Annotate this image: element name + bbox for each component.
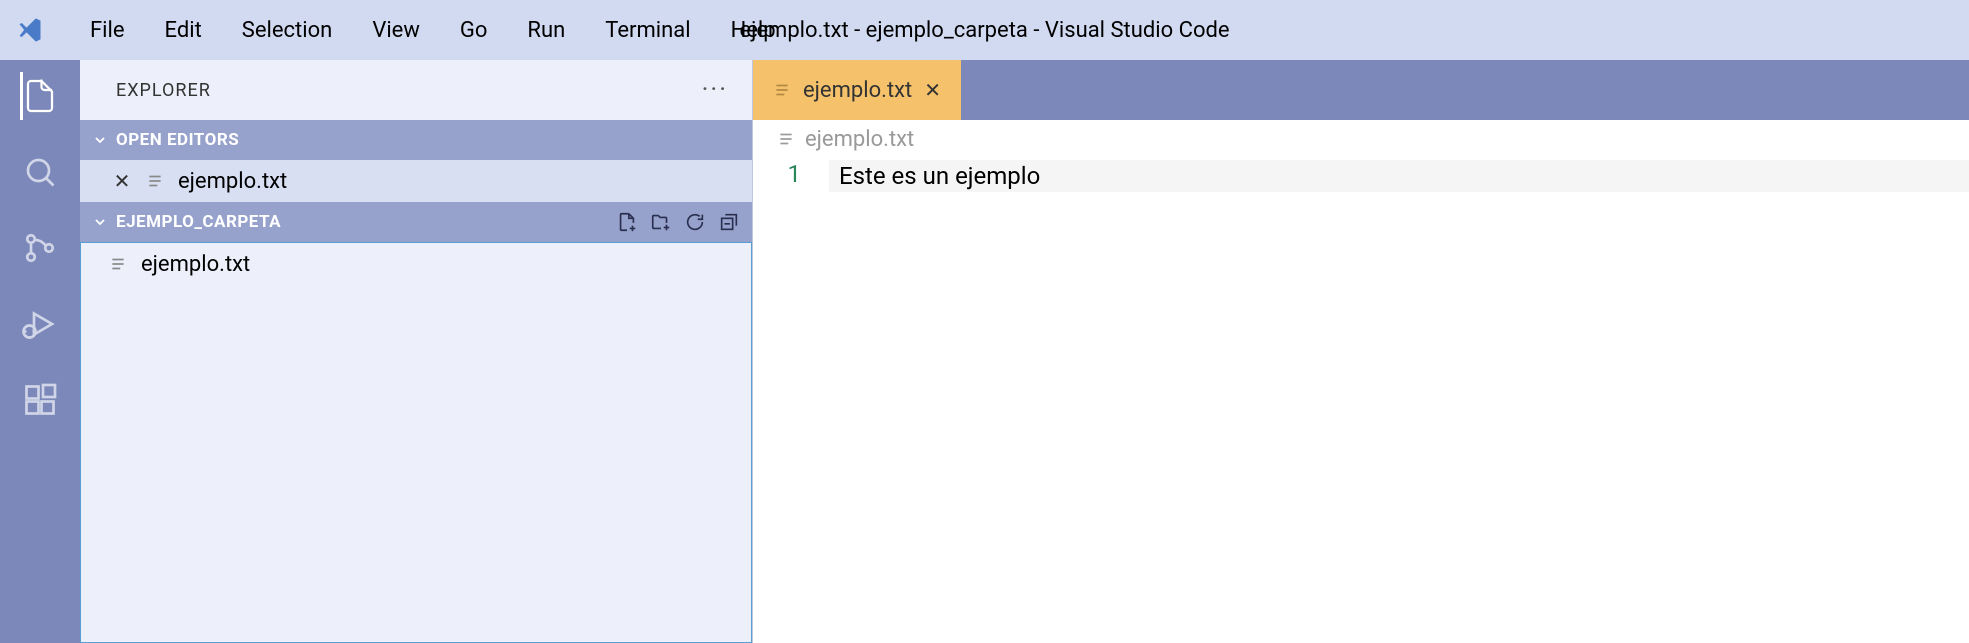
open-editor-item[interactable]: ✕ ejemplo.txt <box>80 160 752 202</box>
new-folder-icon[interactable] <box>650 211 672 233</box>
open-editors-header[interactable]: OPEN EDITORS <box>80 120 752 160</box>
close-icon[interactable]: ✕ <box>924 78 941 102</box>
vscode-logo-icon <box>16 16 44 44</box>
file-list: ejemplo.txt <box>80 242 752 643</box>
open-editor-filename: ejemplo.txt <box>178 169 287 194</box>
menu-selection[interactable]: Selection <box>226 12 349 49</box>
folder-name-label: EJEMPLO_CARPETA <box>116 212 281 232</box>
chevron-down-icon <box>92 132 108 148</box>
editor-area: ejemplo.txt ✕ ejemplo.txt 1 Este es un e… <box>753 60 1969 643</box>
code-line[interactable]: Este es un ejemplo <box>829 160 1969 192</box>
editor-tab[interactable]: ejemplo.txt ✕ <box>753 60 961 120</box>
new-file-icon[interactable] <box>616 211 638 233</box>
editor-content[interactable]: 1 Este es un ejemplo <box>753 158 1969 643</box>
window-title: ejemplo.txt - ejemplo_carpeta - Visual S… <box>739 18 1229 43</box>
breadcrumb[interactable]: ejemplo.txt <box>753 120 1969 158</box>
search-activity-icon[interactable] <box>20 152 60 192</box>
file-icon <box>109 255 127 273</box>
explorer-activity-icon[interactable] <box>20 76 60 116</box>
refresh-icon[interactable] <box>684 211 706 233</box>
collapse-all-icon[interactable] <box>718 211 740 233</box>
sidebar-header: EXPLORER ··· <box>80 60 752 120</box>
menu-run[interactable]: Run <box>511 12 581 49</box>
code-lines[interactable]: Este es un ejemplo <box>829 158 1969 643</box>
activity-bar <box>0 60 80 643</box>
main-container: EXPLORER ··· OPEN EDITORS ✕ ejemplo.txt … <box>0 60 1969 643</box>
menu-view[interactable]: View <box>356 12 436 49</box>
file-icon <box>777 130 795 148</box>
menu-edit[interactable]: Edit <box>149 12 218 49</box>
chevron-down-icon <box>92 214 108 230</box>
open-editors-label: OPEN EDITORS <box>116 130 239 150</box>
tab-filename: ejemplo.txt <box>803 78 912 103</box>
sidebar-title: EXPLORER <box>116 80 211 101</box>
menu-bar: File Edit Selection View Go Run Terminal… <box>74 12 792 49</box>
file-tree-item[interactable]: ejemplo.txt <box>81 243 751 285</box>
more-actions-icon[interactable]: ··· <box>702 75 728 105</box>
line-numbers: 1 <box>753 158 829 643</box>
debug-activity-icon[interactable] <box>20 304 60 344</box>
titlebar: File Edit Selection View Go Run Terminal… <box>0 0 1969 60</box>
menu-file[interactable]: File <box>74 12 141 49</box>
folder-actions <box>616 211 740 233</box>
close-icon[interactable]: ✕ <box>112 169 132 193</box>
tab-bar: ejemplo.txt ✕ <box>753 60 1969 120</box>
file-tree-filename: ejemplo.txt <box>141 252 250 277</box>
breadcrumb-filename: ejemplo.txt <box>805 127 914 152</box>
extensions-activity-icon[interactable] <box>20 380 60 420</box>
file-icon <box>773 81 791 99</box>
line-number: 1 <box>753 160 801 188</box>
source-control-activity-icon[interactable] <box>20 228 60 268</box>
menu-go[interactable]: Go <box>444 12 504 49</box>
folder-header[interactable]: EJEMPLO_CARPETA <box>80 202 752 242</box>
sidebar: EXPLORER ··· OPEN EDITORS ✕ ejemplo.txt … <box>80 60 753 643</box>
menu-terminal[interactable]: Terminal <box>589 12 706 49</box>
file-icon <box>146 172 164 190</box>
